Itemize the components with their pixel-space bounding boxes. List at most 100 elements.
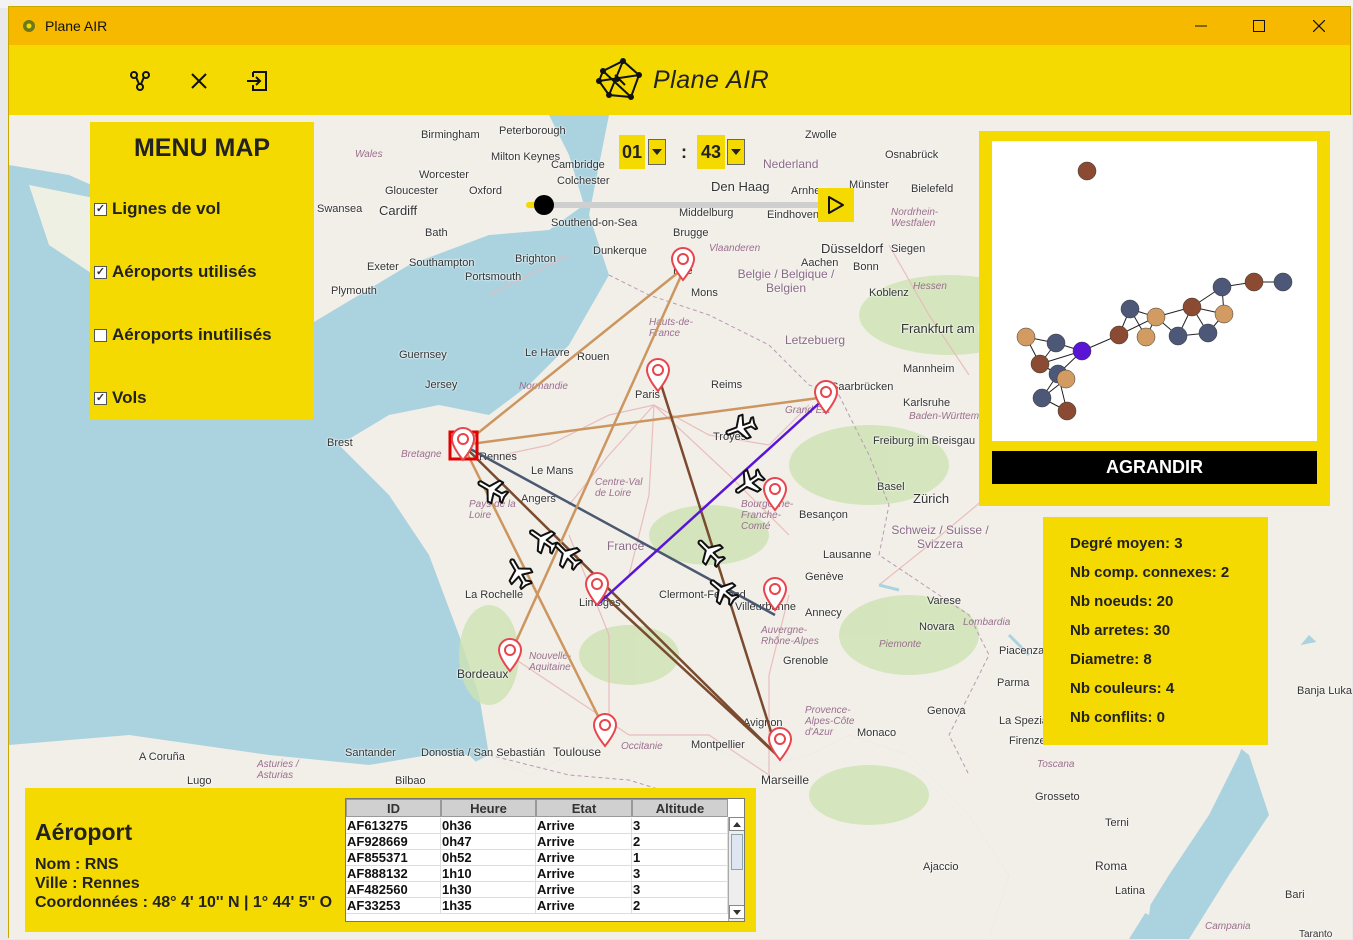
stat-diametre: Diametre: 8 [1070, 651, 1152, 668]
graph-node [1120, 299, 1140, 319]
graph-node [1212, 277, 1232, 297]
import-button[interactable] [243, 67, 271, 95]
close-window-button[interactable] [1288, 7, 1350, 45]
chevron-up-icon [733, 821, 741, 827]
brand-title: Plane AIR [653, 65, 770, 94]
graph-view-button[interactable] [126, 67, 154, 95]
scroll-down-button[interactable] [729, 905, 744, 919]
option-label: Vols [112, 388, 147, 407]
table-row[interactable]: AF33253 1h35 Arrive 2 [346, 898, 728, 914]
chevron-down-icon [733, 909, 741, 915]
stat-nb-noeuds: Nb noeuds: 20 [1070, 593, 1174, 610]
stat-nb-arretes: Nb arretes: 30 [1070, 622, 1171, 639]
close-icon [191, 73, 207, 89]
option-aeroports-inutilises[interactable]: Aéroports inutilisés [94, 325, 272, 345]
clear-button[interactable] [185, 67, 213, 95]
cell-altitude: 3 [632, 866, 728, 881]
airport-pin [451, 427, 475, 461]
airport-pin [671, 247, 695, 281]
minimize-button-2[interactable] [1172, 7, 1230, 45]
cell-etat: Arrive [536, 850, 632, 865]
cell-id: AF613275 [346, 818, 441, 833]
stat-nb-conflits: Nb conflits: 0 [1070, 709, 1166, 726]
graph-node [1016, 327, 1036, 347]
stat-nb-couleurs: Nb couleurs: 4 [1070, 680, 1175, 697]
cell-etat: Arrive [536, 898, 632, 913]
close-icon [1313, 20, 1325, 32]
graph-canvas[interactable] [992, 141, 1317, 441]
cell-altitude: 1 [632, 850, 728, 865]
scroll-up-button[interactable] [729, 817, 744, 831]
agrandir-button[interactable]: AGRANDIR [992, 451, 1317, 484]
hours-dropdown[interactable] [648, 139, 666, 165]
table-row[interactable]: AF888132 1h10 Arrive 3 [346, 866, 728, 882]
plane-marker [499, 552, 538, 593]
airport-pin [646, 358, 670, 392]
app-toolbar: Plane AIR [9, 45, 1350, 115]
graph-stats-panel: Degré moyen: 3 Nb comp. connexes: 2 Nb n… [1043, 517, 1268, 745]
flights-table[interactable]: ID Heure Etat Altitude AF613275 0h36 Arr… [345, 798, 745, 922]
minutes-value[interactable]: 43 [697, 135, 725, 169]
cell-altitude: 3 [632, 818, 728, 833]
cell-altitude: 3 [632, 882, 728, 897]
column-header-altitude[interactable]: Altitude [632, 799, 728, 817]
stat-degre-moyen: Degré moyen: 3 [1070, 535, 1183, 552]
stat-comp-connexes: Nb comp. connexes: 2 [1070, 564, 1230, 581]
plane-marker [721, 410, 761, 446]
graph-node [1072, 341, 1092, 361]
checkbox-checked[interactable]: ✓ [94, 265, 107, 279]
option-vols[interactable]: ✓ Vols [94, 388, 147, 408]
column-header-heure[interactable]: Heure [441, 799, 536, 817]
export-icon [247, 71, 267, 91]
scrollbar-thumb[interactable] [731, 834, 743, 870]
plane-marker [689, 531, 731, 573]
minutes-dropdown[interactable] [727, 139, 745, 165]
table-scrollbar[interactable] [728, 817, 744, 921]
cell-altitude: 2 [632, 834, 728, 849]
plane-marker [546, 534, 588, 576]
time-slider-knob[interactable] [534, 195, 554, 215]
maximize-button[interactable] [1230, 7, 1288, 45]
time-slider-track[interactable] [526, 202, 822, 208]
option-lignes-de-vol[interactable]: ✓ Lignes de vol [94, 199, 221, 219]
graph-node [1056, 369, 1076, 389]
cell-id: AF928669 [346, 834, 441, 849]
airport-pin [498, 638, 522, 672]
graph-icon [130, 71, 150, 91]
table-row[interactable]: AF482560 1h30 Arrive 3 [346, 882, 728, 898]
table-row[interactable]: AF855371 0h52 Arrive 1 [346, 850, 728, 866]
checkbox-unchecked[interactable] [94, 328, 107, 342]
option-aeroports-utilises[interactable]: ✓ Aéroports utilisés [94, 262, 257, 282]
option-label: Aéroports inutilisés [112, 325, 272, 344]
menu-map-panel: MENU MAP ✓ Lignes de vol ✓ Aéroports uti… [90, 122, 314, 420]
cell-id: AF855371 [346, 850, 441, 865]
table-row[interactable]: AF928669 0h47 Arrive 2 [346, 834, 728, 850]
window-title: Plane AIR [45, 18, 108, 34]
column-header-etat[interactable]: Etat [536, 799, 632, 817]
airport-pin [763, 477, 787, 511]
map-view[interactable]: Birmingham Peterborough Milton Keynes Ca… [9, 115, 1352, 939]
cell-altitude: 2 [632, 898, 728, 913]
hours-value[interactable]: 01 [619, 135, 645, 169]
checkbox-checked[interactable]: ✓ [94, 391, 107, 405]
cell-etat: Arrive [536, 866, 632, 881]
cell-etat: Arrive [536, 834, 632, 849]
minimize-icon [1195, 25, 1207, 27]
graph-node [1136, 327, 1156, 347]
graph-node [1198, 323, 1218, 343]
checkbox-checked[interactable]: ✓ [94, 202, 107, 216]
airport-info-panel: Aéroport Nom : RNS Ville : Rennes Coordo… [25, 788, 756, 932]
column-header-id[interactable]: ID [346, 799, 441, 817]
airport-pin [768, 727, 792, 761]
cell-id: AF33253 [346, 898, 441, 913]
graph-node [1032, 388, 1052, 408]
graph-node [1182, 297, 1202, 317]
option-label: Aéroports utilisés [112, 262, 257, 281]
table-row[interactable]: AF613275 0h36 Arrive 3 [346, 818, 728, 834]
cell-id: AF482560 [346, 882, 441, 897]
airport-pin [593, 713, 617, 747]
window-titlebar: Plane AIR [9, 7, 1350, 45]
play-button[interactable] [818, 188, 854, 222]
time-separator: : [681, 141, 687, 162]
cell-etat: Arrive [536, 882, 632, 897]
